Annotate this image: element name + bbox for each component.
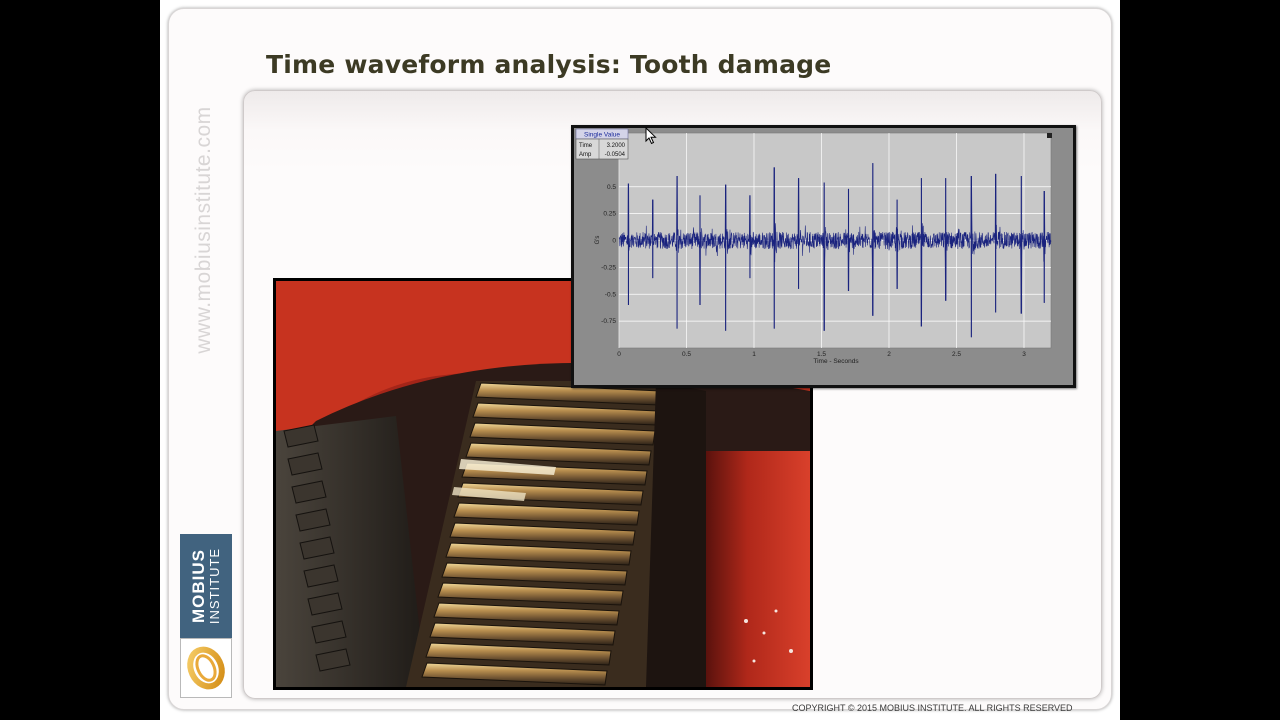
- logo-line-1: MOBIUS: [189, 549, 208, 624]
- y-tick-label: -0.25: [601, 264, 616, 271]
- mobius-logo: MOBIUS INSTITUTE: [180, 534, 232, 698]
- watermark-url: www.mobiusinstitute.com: [192, 106, 215, 354]
- x-tick-label: 2: [887, 351, 891, 358]
- readout-amp-value: -0.0504: [605, 152, 626, 158]
- y-tick-label: 0.5: [607, 184, 616, 191]
- readout-time-value: 3.2000: [607, 143, 626, 149]
- copyright-notice: COPYRIGHT © 2015 MOBIUS INSTITUTE. ALL R…: [792, 703, 1073, 713]
- corner-handle[interactable]: [1047, 133, 1052, 138]
- x-tick-label: 0.5: [682, 351, 691, 358]
- y-tick-label: 0: [612, 238, 616, 245]
- mobius-logo-icon: [180, 638, 232, 698]
- readout-title: Single Value: [584, 132, 620, 139]
- readout-time-label: Time: [579, 143, 593, 149]
- x-axis-label: Time - Seconds: [813, 358, 859, 365]
- y-tick-label: -0.75: [601, 318, 616, 325]
- x-tick-label: 0: [617, 351, 621, 358]
- waveform-chart: 0 0.5 1 1.5 2 2.5 3 0.5 0.25 0 -0.25 -0.5 -0.75 G's …: [571, 125, 1076, 388]
- y-tick-label: -0.5: [605, 291, 617, 298]
- x-tick-label: 1.5: [817, 351, 826, 358]
- logo-text: MOBIUS INSTITUTE: [189, 547, 222, 625]
- logo-banner: MOBIUS INSTITUTE: [180, 534, 232, 638]
- logo-line-2: INSTITUTE: [207, 547, 222, 625]
- y-axis-label: G's: [595, 236, 601, 245]
- y-tick-label: 0.25: [603, 211, 616, 218]
- x-tick-label: 2.5: [952, 351, 961, 358]
- single-value-readout: Single Value Time 3.2000 Amp -0.0504: [575, 128, 629, 160]
- slide: Time waveform analysis: Tooth damage www…: [160, 0, 1120, 720]
- mouse-pointer-icon: [645, 126, 657, 150]
- x-tick-label: 1: [752, 351, 756, 358]
- x-tick-label: 3: [1022, 351, 1026, 358]
- readout-amp-label: Amp: [579, 152, 592, 158]
- slide-title: Time waveform analysis: Tooth damage: [266, 50, 832, 79]
